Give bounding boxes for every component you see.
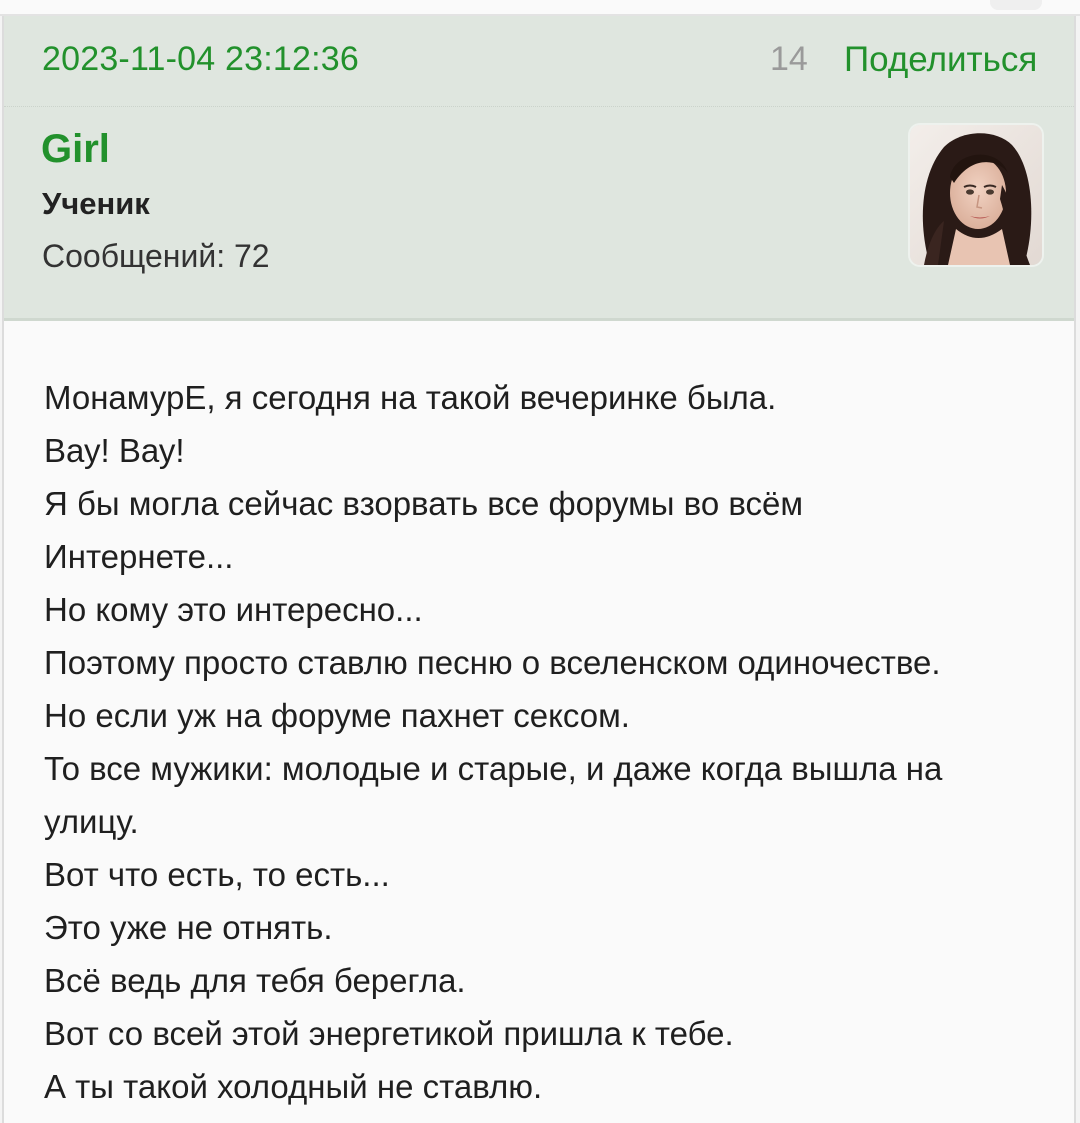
- share-link[interactable]: Поделиться: [844, 40, 1037, 80]
- message-line: То все мужики: молодые и старые, и даже …: [44, 750, 943, 787]
- message-line: Интернете...: [44, 538, 234, 575]
- message-line: улицу.: [44, 803, 139, 840]
- previous-post-edge: [0, 0, 1080, 16]
- message-line: Всё ведь для тебя берегла.: [44, 962, 466, 999]
- author-avatar[interactable]: [910, 125, 1042, 265]
- author-name[interactable]: Girl: [41, 127, 110, 172]
- avatar-portrait: [910, 125, 1042, 265]
- post-meta-row: 2023-11-04 23:12:36 14 Поделиться: [4, 16, 1074, 107]
- post-header: 2023-11-04 23:12:36 14 Поделиться Girl У…: [4, 16, 1074, 321]
- previous-post-tab: [990, 0, 1042, 10]
- message-line: А ты такой холодный не ставлю.: [44, 1068, 543, 1105]
- message-line: МонамурЕ, я сегодня на такой вечеринке б…: [44, 379, 777, 416]
- message-line: Я бы могла сейчас взорвать все форумы во…: [44, 485, 804, 522]
- message-line: Вот со всей этой энергетикой пришла к те…: [44, 1015, 734, 1052]
- message-line: Вау! Вау!: [44, 432, 185, 469]
- message-line: Но если уж на форуме пахнет сексом.: [44, 697, 630, 734]
- message-line: Но кому это интересно...: [44, 591, 423, 628]
- message-line: Поэтому просто ставлю песню о вселенском…: [44, 644, 941, 681]
- post-message: МонамурЕ, я сегодня на такой вечеринке б…: [44, 371, 1054, 1113]
- message-line: Вот что есть, то есть...: [44, 856, 390, 893]
- author-rank: Ученик: [42, 186, 150, 221]
- message-line: Это уже не отнять.: [44, 909, 333, 946]
- forum-post: 2023-11-04 23:12:36 14 Поделиться Girl У…: [2, 16, 1076, 1123]
- post-number[interactable]: 14: [770, 40, 808, 79]
- post-date: 2023-11-04 23:12:36: [42, 40, 359, 78]
- author-post-count: Сообщений: 72: [42, 238, 270, 274]
